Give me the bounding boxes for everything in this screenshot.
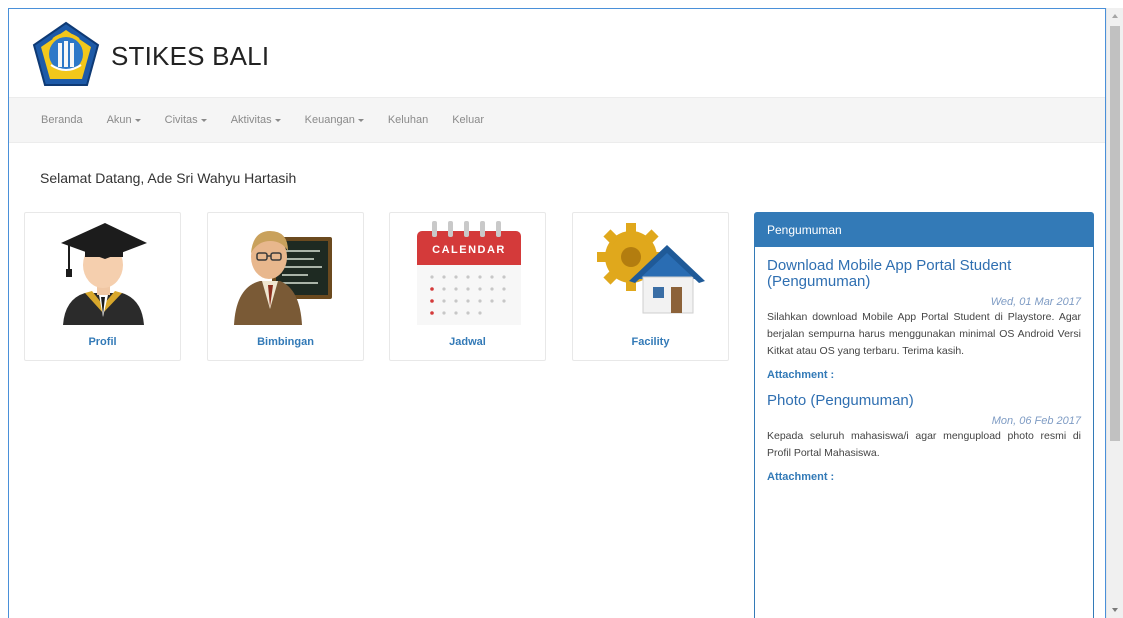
nav-item-label: Beranda — [41, 114, 83, 126]
teacher-icon — [234, 231, 332, 325]
nav-item-label: Akun — [106, 114, 132, 126]
calendar-header-text: CALENDAR — [432, 244, 506, 256]
caret-down-icon — [200, 118, 207, 122]
nav-item-keluar[interactable]: Keluar — [452, 114, 484, 126]
tile-jadwal[interactable]: CALENDAR Jadwal — [389, 212, 546, 361]
announcement-date: Mon, 06 Feb 2017 — [991, 415, 1081, 427]
attachment-label: Attachment : — [767, 369, 835, 381]
tile-bimbingan[interactable]: Bimbingan — [207, 212, 364, 361]
nav-item-label: Keluar — [452, 114, 484, 126]
nav-item-keuangan[interactable]: Keuangan — [305, 114, 364, 126]
stikes-logo[interactable] — [31, 21, 101, 91]
announcement-body: Kepada seluruh mahasiswa/i agar menguplo… — [767, 430, 1081, 459]
nav-item-aktivitas[interactable]: Aktivitas — [231, 114, 281, 126]
announcement-item: Photo (Pengumuman) Mon, 06 Feb 2017 Kepa… — [767, 393, 1081, 484]
brand-title[interactable]: STIKES BALI — [111, 41, 269, 72]
announcement-title[interactable]: Photo (Pengumuman) — [767, 393, 1081, 409]
nav-item-keluhan[interactable]: Keluhan — [388, 114, 428, 126]
nav-item-beranda[interactable]: Beranda — [41, 114, 83, 126]
tile-label: Profil — [88, 336, 117, 348]
tile-label: Jadwal — [449, 336, 486, 348]
panel-body: Download Mobile App Portal Student (Peng… — [755, 247, 1093, 484]
page-frame: STIKES BALI Beranda Akun Civitas Aktivit… — [8, 8, 1106, 618]
nav-item-label: Keuangan — [304, 114, 355, 126]
house-gear-icon — [597, 223, 705, 314]
graduate-icon — [61, 223, 147, 325]
tile-facility[interactable]: Facility — [572, 212, 729, 361]
attachment-label: Attachment : — [767, 471, 835, 483]
nav-item-label: Civitas — [164, 114, 198, 126]
panel-heading: Pengumuman — [755, 213, 1093, 247]
announcement-item: Download Mobile App Portal Student (Peng… — [767, 258, 1081, 382]
scrollbar-thumb[interactable] — [1110, 26, 1120, 441]
announcement-title[interactable]: Download Mobile App Portal Student (Peng… — [767, 258, 1081, 290]
announcement-panel: Pengumuman Download Mobile App Portal St… — [754, 212, 1094, 618]
vertical-scrollbar[interactable] — [1106, 8, 1123, 618]
tile-label: Facility — [631, 336, 670, 348]
header: STIKES BALI — [9, 9, 1105, 99]
nav-item-label: Keluhan — [387, 114, 429, 126]
announcement-body: Silahkan download Mobile App Portal Stud… — [767, 311, 1081, 357]
navbar: Beranda Akun Civitas Aktivitas Keuangan … — [9, 97, 1105, 143]
calendar-icon: CALENDAR — [417, 221, 521, 325]
nav-item-akun[interactable]: Akun — [107, 114, 141, 126]
caret-down-icon — [357, 118, 364, 122]
caret-down-icon — [274, 118, 281, 122]
scroll-up-arrow-icon[interactable] — [1107, 8, 1123, 24]
welcome-message: Selamat Datang, Ade Sri Wahyu Hartasih — [40, 170, 297, 186]
announcement-date: Wed, 01 Mar 2017 — [990, 296, 1081, 308]
nav-item-label: Aktivitas — [230, 114, 272, 126]
scroll-down-arrow-icon[interactable] — [1107, 602, 1123, 618]
tile-label: Bimbingan — [257, 336, 314, 348]
nav-item-civitas[interactable]: Civitas — [165, 114, 207, 126]
tile-profil[interactable]: Profil — [24, 212, 181, 361]
caret-down-icon — [134, 118, 141, 122]
